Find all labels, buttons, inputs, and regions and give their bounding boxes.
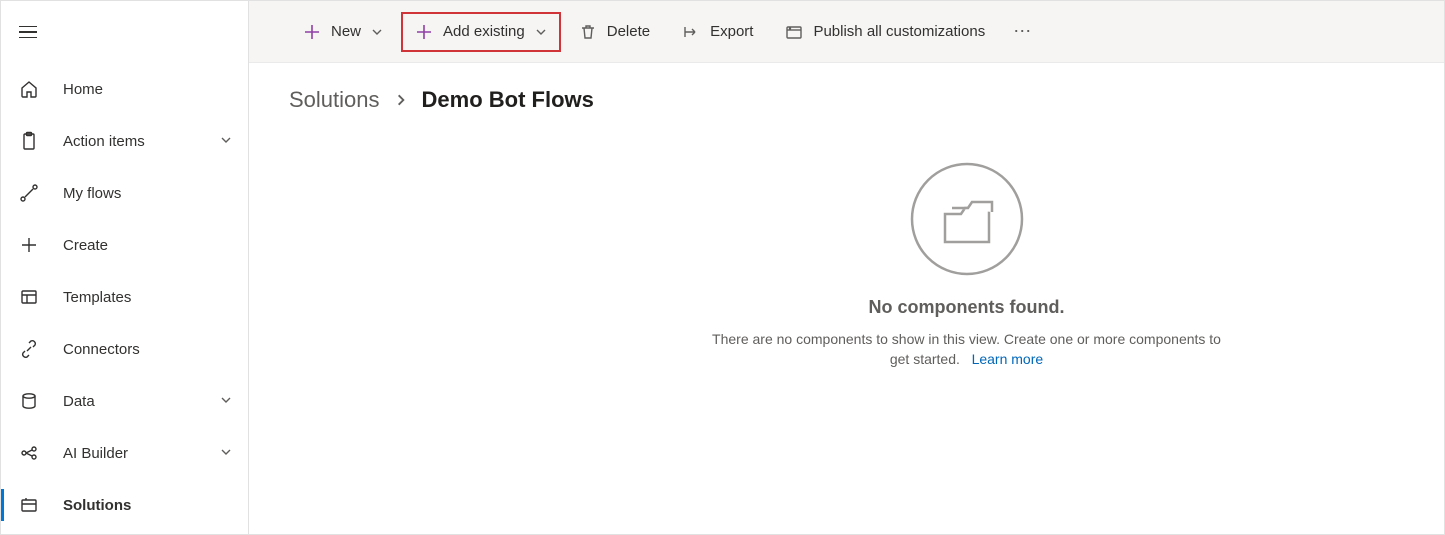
sidebar-item-label: Data: [63, 393, 220, 410]
database-icon: [19, 391, 39, 411]
sidebar-item-ai-builder[interactable]: AI Builder: [1, 427, 248, 479]
export-icon: [682, 23, 700, 41]
button-label: Delete: [607, 23, 650, 40]
template-icon: [19, 287, 39, 307]
home-icon: [19, 79, 39, 99]
sidebar-item-create[interactable]: Create: [1, 219, 248, 271]
export-button[interactable]: Export: [668, 12, 767, 52]
connector-icon: [19, 339, 39, 359]
main: New Add existing Delete: [249, 1, 1444, 534]
button-label: Add existing: [443, 23, 525, 40]
sidebar-item-label: Solutions: [63, 497, 234, 514]
sidebar-item-label: Connectors: [63, 341, 234, 358]
button-label: Export: [710, 23, 753, 40]
chevron-down-icon: [220, 394, 234, 408]
new-button[interactable]: New: [289, 12, 397, 52]
chevron-down-icon: [220, 446, 234, 460]
learn-more-link[interactable]: Learn more: [972, 351, 1044, 367]
button-label: New: [331, 23, 361, 40]
sidebar-item-label: Action items: [63, 133, 220, 150]
plus-icon: [19, 235, 39, 255]
sidebar-item-label: My flows: [63, 185, 234, 202]
plus-icon: [415, 23, 433, 41]
chevron-down-icon: [220, 134, 234, 148]
chevron-right-icon: [394, 93, 408, 107]
sidebar-item-data[interactable]: Data: [1, 375, 248, 427]
trash-icon: [579, 23, 597, 41]
nav: Home Action items My flows: [1, 63, 248, 531]
toolbar: New Add existing Delete: [249, 1, 1444, 63]
publish-button[interactable]: Publish all customizations: [771, 12, 999, 52]
solutions-icon: [19, 495, 39, 515]
add-existing-button[interactable]: Add existing: [401, 12, 561, 52]
sidebar-item-templates[interactable]: Templates: [1, 271, 248, 323]
hamburger-icon[interactable]: [19, 22, 39, 42]
sidebar: Home Action items My flows: [1, 1, 249, 534]
plus-icon: [303, 23, 321, 41]
sidebar-item-label: Templates: [63, 289, 234, 306]
breadcrumb-current: Demo Bot Flows: [422, 87, 594, 113]
ai-icon: [19, 443, 39, 463]
empty-text: There are no components to show in this …: [707, 330, 1227, 369]
delete-button[interactable]: Delete: [565, 12, 664, 52]
empty-title: No components found.: [869, 297, 1065, 318]
sidebar-item-action-items[interactable]: Action items: [1, 115, 248, 167]
empty-folder-icon: [907, 159, 1027, 279]
more-button[interactable]: ⋯: [1003, 21, 1043, 42]
more-icon: ⋯: [1013, 21, 1033, 41]
sidebar-item-home[interactable]: Home: [1, 63, 248, 115]
sidebar-item-my-flows[interactable]: My flows: [1, 167, 248, 219]
publish-icon: [785, 23, 803, 41]
flow-icon: [19, 183, 39, 203]
sidebar-item-connectors[interactable]: Connectors: [1, 323, 248, 375]
button-label: Publish all customizations: [813, 23, 985, 40]
sidebar-item-label: AI Builder: [63, 445, 220, 462]
sidebar-item-solutions[interactable]: Solutions: [1, 479, 248, 531]
clipboard-icon: [19, 131, 39, 151]
sidebar-item-label: Create: [63, 237, 234, 254]
chevron-down-icon: [535, 26, 547, 38]
breadcrumb-root[interactable]: Solutions: [289, 87, 380, 113]
sidebar-item-label: Home: [63, 81, 234, 98]
chevron-down-icon: [371, 26, 383, 38]
breadcrumb: Solutions Demo Bot Flows: [249, 63, 1444, 119]
empty-state: No components found. There are no compon…: [489, 119, 1444, 534]
